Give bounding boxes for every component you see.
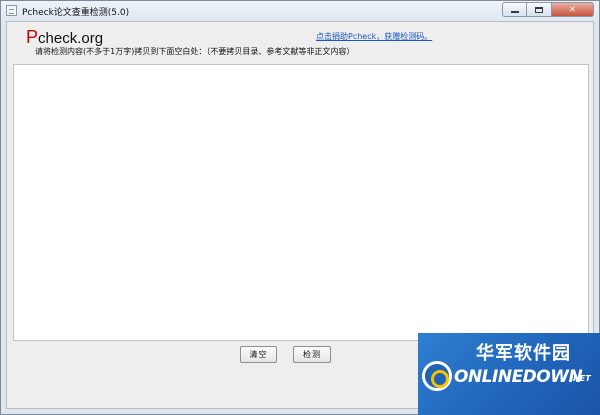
donate-link[interactable]: 点击捐助Pcheck，获赠检测码。 — [316, 31, 432, 42]
onlinedown-watermark: 华军软件园 ONLINEDOWN .NET — [418, 333, 600, 415]
maximize-button[interactable] — [527, 2, 552, 17]
watermark-en-text: ONLINEDOWN — [454, 367, 583, 387]
instruction-text: 请将检测内容(不多于1万字)拷贝到下面空白处：（不要拷贝目录、参考文献等非正文内… — [35, 47, 355, 56]
minimize-icon — [510, 11, 519, 13]
pcheck-logo: Pcheck.org — [26, 27, 104, 47]
watermark-net-text: .NET — [570, 374, 591, 383]
logo-text: check.org — [38, 30, 104, 47]
check-button[interactable]: 检测 — [293, 346, 331, 363]
maximize-icon — [535, 6, 543, 13]
watermark-cn-text: 华军软件园 — [476, 343, 571, 364]
window-controls: ✕ — [502, 2, 594, 17]
title-bar[interactable]: Pcheck论文查重检测(5.0) ✕ — [1, 1, 599, 21]
window-title: Pcheck论文查重检测(5.0) — [22, 8, 130, 18]
app-window-icon — [6, 5, 17, 16]
content-input[interactable] — [13, 64, 589, 341]
close-icon: ✕ — [569, 5, 576, 14]
clear-button[interactable]: 清空 — [240, 346, 277, 363]
logo-initial: P — [26, 27, 39, 47]
minimize-button[interactable] — [502, 2, 527, 17]
globe-logo-icon — [422, 361, 452, 391]
close-button[interactable]: ✕ — [552, 2, 594, 17]
